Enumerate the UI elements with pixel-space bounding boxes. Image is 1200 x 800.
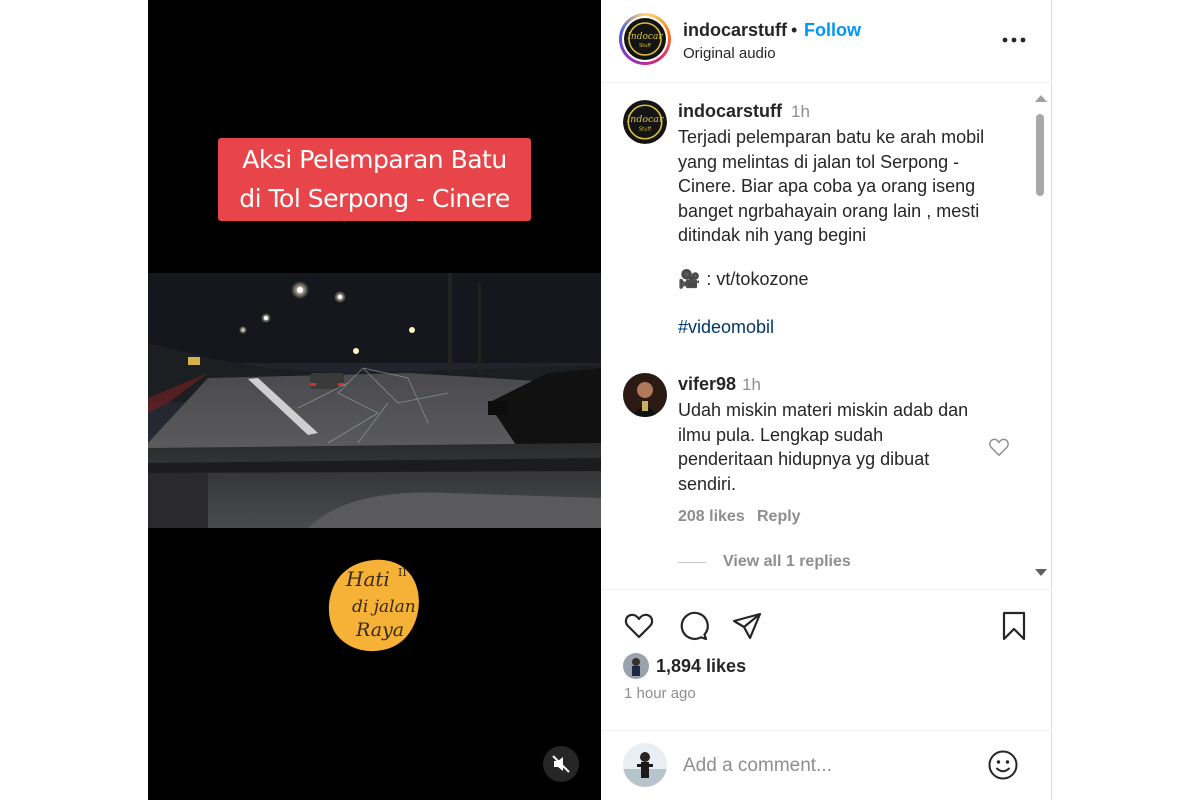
caption-username[interactable]: indocarstuff <box>678 101 782 122</box>
post-side-panel: Indocar Stuff indocarstuff • Follow Orig… <box>601 0 1052 800</box>
smiley-icon[interactable] <box>987 749 1019 781</box>
header-separator: • <box>791 20 798 40</box>
commenter-avatar[interactable] <box>623 373 667 417</box>
svg-text:Indocar: Indocar <box>626 114 664 125</box>
comment-like-count[interactable]: 208 likes <box>678 508 745 526</box>
caption-credit: 🎥 : vt/tokozone <box>678 269 808 290</box>
scrollbar-thumb[interactable] <box>1036 114 1044 196</box>
video-title-line-1: Aksi Pelemparan Batu <box>242 145 507 174</box>
svg-text:Stuff: Stuff <box>639 43 651 49</box>
indocarstuff-logo: Indocar Stuff <box>624 18 666 60</box>
post-timestamp[interactable]: 1 hour ago <box>624 685 696 702</box>
video-title-overlay: Aksi Pelemparan Batu di Tol Serpong - Ci… <box>218 138 531 221</box>
indocarstuff-logo: Indocar Stuff <box>623 100 667 144</box>
heart-icon[interactable] <box>623 610 655 642</box>
svg-text:II: II <box>398 566 407 579</box>
likes-row[interactable]: 1,894 likes <box>623 652 746 680</box>
commenter-photo <box>623 373 667 417</box>
post-actions: 1,894 likes 1 hour ago <box>601 589 1052 729</box>
svg-text:Indocar: Indocar <box>626 32 663 42</box>
post-header: Indocar Stuff indocarstuff • Follow Orig… <box>601 0 1052 83</box>
share-icon[interactable] <box>731 610 763 642</box>
comment-icon[interactable] <box>677 610 709 642</box>
view-replies-button[interactable]: View all 1 replies <box>723 553 851 571</box>
more-options-icon[interactable] <box>999 28 1029 52</box>
hashtag-link[interactable]: #videomobil <box>678 317 774 338</box>
liker-avatar <box>623 653 649 679</box>
reply-button[interactable]: Reply <box>757 508 801 526</box>
mute-toggle-button[interactable] <box>543 746 579 782</box>
svg-text:di jalan: di jalan <box>352 597 416 617</box>
reel-video[interactable]: Aksi Pelemparan Batu di Tol Serpong - Ci… <box>148 0 601 800</box>
add-comment-bar <box>601 730 1052 800</box>
caption-author-avatar[interactable]: Indocar Stuff <box>623 100 667 144</box>
author-avatar[interactable]: Indocar Stuff <box>619 13 671 65</box>
svg-text:Raya: Raya <box>355 619 404 641</box>
comments-scrollbar[interactable] <box>1033 95 1047 581</box>
scroll-up-arrow-icon[interactable] <box>1035 95 1047 102</box>
scroll-down-arrow-icon[interactable] <box>1035 569 1047 576</box>
svg-text:Stuff: Stuff <box>639 126 652 132</box>
comment-time[interactable]: 1h <box>742 375 761 395</box>
comment-username[interactable]: vifer98 <box>678 374 736 395</box>
bookmark-icon[interactable] <box>998 610 1030 642</box>
audio-label[interactable]: Original audio <box>683 45 776 62</box>
credit-text: : vt/tokozone <box>706 269 809 289</box>
author-username[interactable]: indocarstuff <box>683 20 787 41</box>
replies-divider <box>678 562 706 563</box>
comments-section: Indocar Stuff indocarstuff 1h Terjadi pe… <box>601 84 1052 589</box>
caption-text: Terjadi pelemparan batu ke arah mobil ya… <box>678 127 985 245</box>
caption-time[interactable]: 1h <box>791 102 810 122</box>
likes-count[interactable]: 1,894 likes <box>656 656 746 677</box>
video-camera-icon: 🎥 <box>678 269 701 289</box>
dashcam-footage <box>148 273 601 528</box>
comment-text: Udah miskin materi miskin adab dan ilmu … <box>678 400 969 494</box>
add-comment-input[interactable] <box>683 751 973 781</box>
instagram-post-view: Aksi Pelemparan Batu di Tol Serpong - Ci… <box>0 0 1200 800</box>
video-title-line-2: di Tol Serpong - Cinere <box>239 184 510 213</box>
svg-text:Hati: Hati <box>345 567 390 591</box>
hati-di-jalan-raya-logo: Hati di jalan Raya II <box>328 559 419 652</box>
comment-like-heart-icon[interactable] <box>988 437 1010 457</box>
follow-button[interactable]: Follow <box>804 20 861 41</box>
current-user-avatar <box>623 743 667 787</box>
speaker-muted-icon <box>552 755 570 773</box>
